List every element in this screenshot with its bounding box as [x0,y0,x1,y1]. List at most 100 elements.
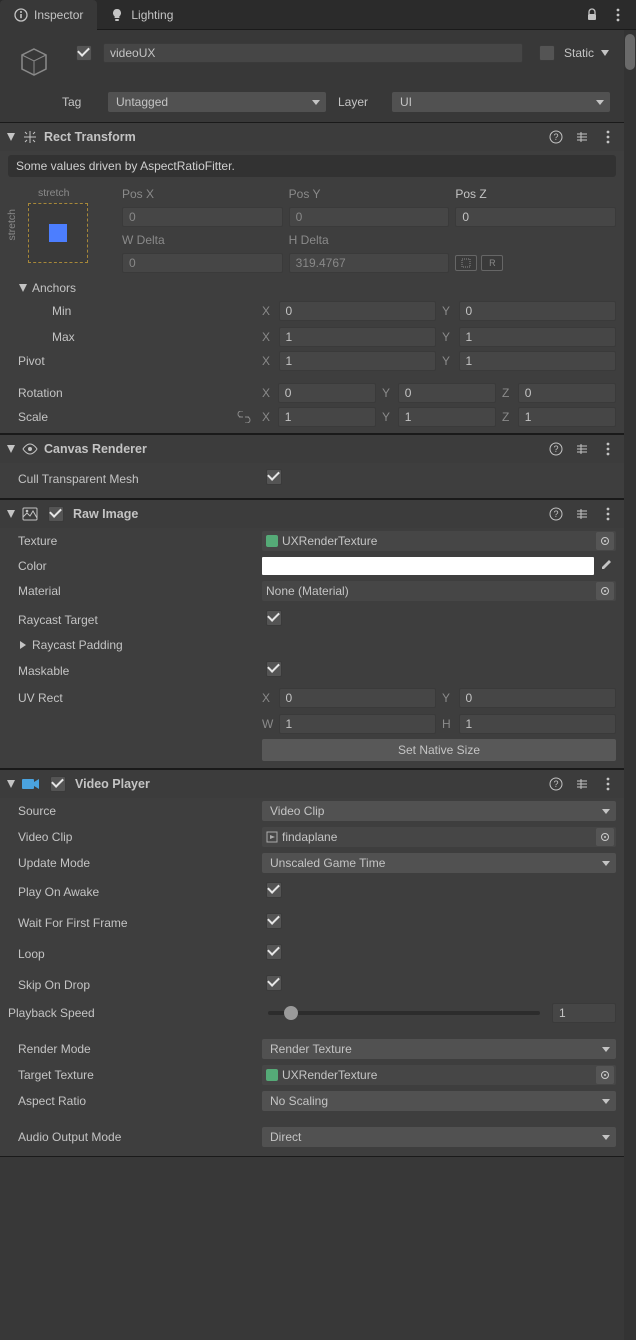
posz-label: Pos Z [455,187,616,201]
aspect-ratio-dropdown[interactable]: No Scaling [262,1091,616,1111]
scale-z-input[interactable] [518,407,616,427]
color-label: Color [8,559,256,573]
gameobject-name-input[interactable] [103,43,523,63]
posz-input[interactable] [455,207,616,227]
tab-lighting[interactable]: Lighting [97,0,187,30]
source-label: Source [8,804,256,818]
rect-transform-section: Rect Transform ? Some values driven by A… [0,122,624,434]
hdelta-input[interactable] [289,253,450,273]
rotation-x-input[interactable] [278,383,376,403]
preset-icon[interactable] [574,506,590,522]
posy-input[interactable] [289,207,450,227]
wdelta-label: W Delta [122,233,283,247]
static-dropdown-icon[interactable] [600,47,610,59]
scale-y-input[interactable] [398,407,496,427]
object-picker-icon[interactable] [596,828,614,846]
driven-note: Some values driven by AspectRatioFitter. [8,155,616,177]
uvrect-h-input[interactable] [459,714,616,734]
raw-edit-button[interactable]: R [481,255,503,271]
material-field[interactable]: None (Material) [262,581,616,601]
set-native-size-button[interactable]: Set Native Size [262,739,616,761]
anchors-min-y-input[interactable] [459,301,616,321]
vertical-scrollbar[interactable] [624,30,636,1340]
preset-icon[interactable] [574,441,590,457]
static-checkbox[interactable] [539,45,555,61]
rect-transform-title: Rect Transform [44,130,136,144]
foldout-icon[interactable] [6,131,16,143]
tab-lighting-label: Lighting [131,8,173,22]
foldout-icon[interactable] [6,443,16,455]
tag-dropdown[interactable]: Untagged [108,92,326,112]
skip-on-drop-checkbox[interactable] [266,975,282,991]
playback-speed-input[interactable] [552,1003,616,1023]
video-player-section: Video Player ? Source Video Clip Video C… [0,769,624,1157]
render-mode-dropdown[interactable]: Render Texture [262,1039,616,1059]
help-icon[interactable]: ? [548,506,564,522]
rotation-y-input[interactable] [398,383,496,403]
play-on-awake-checkbox[interactable] [266,882,282,898]
tab-inspector[interactable]: Inspector [0,0,97,30]
foldout-icon[interactable] [6,778,16,790]
eyedropper-icon[interactable] [598,559,616,573]
raw-image-enabled-checkbox[interactable] [48,506,64,522]
scale-x-input[interactable] [278,407,376,427]
rect-transform-icon [22,129,38,145]
video-clip-field[interactable]: findaplane [262,827,616,847]
color-field[interactable] [262,557,594,575]
anchors-min-x-input[interactable] [279,301,436,321]
help-icon[interactable]: ? [548,776,564,792]
raycast-target-checkbox[interactable] [266,610,282,626]
anchors-label[interactable]: Anchors [8,281,256,295]
texture-field[interactable]: UXRenderTexture [262,531,616,551]
kebab-icon[interactable] [610,7,626,23]
help-icon[interactable]: ? [548,441,564,457]
blueprint-mode-button[interactable] [455,255,477,271]
maskable-label: Maskable [8,664,256,678]
link-icon[interactable] [236,411,252,423]
uvrect-w-input[interactable] [279,714,436,734]
raycast-padding-label[interactable]: Raycast Padding [8,638,256,652]
object-picker-icon[interactable] [596,582,614,600]
playback-speed-slider[interactable] [268,1011,540,1015]
video-clip-value: findaplane [282,830,337,844]
video-player-enabled-checkbox[interactable] [50,776,66,792]
foldout-icon[interactable] [6,508,16,520]
gameobject-enabled-checkbox[interactable] [76,45,92,61]
scrollbar-thumb[interactable] [625,34,635,70]
layer-dropdown[interactable]: UI [392,92,610,112]
rotation-z-input[interactable] [518,383,616,403]
kebab-icon[interactable] [600,506,616,522]
source-dropdown[interactable]: Video Clip [262,801,616,821]
posx-input[interactable] [122,207,283,227]
kebab-icon[interactable] [600,441,616,457]
loop-checkbox[interactable] [266,944,282,960]
svg-text:?: ? [553,779,558,789]
preset-icon[interactable] [574,129,590,145]
anchors-max-y-input[interactable] [459,327,616,347]
update-mode-dropdown[interactable]: Unscaled Game Time [262,853,616,873]
kebab-icon[interactable] [600,129,616,145]
anchor-preset-button[interactable] [28,203,88,263]
preset-icon[interactable] [574,776,590,792]
cull-checkbox[interactable] [266,469,282,485]
wait-first-frame-checkbox[interactable] [266,913,282,929]
gameobject-header: Static [0,30,624,90]
target-texture-field[interactable]: UXRenderTexture [262,1065,616,1085]
lock-icon[interactable] [584,7,600,23]
anchors-min-label: Min [8,304,256,318]
pivot-x-input[interactable] [279,351,436,371]
svg-text:?: ? [553,132,558,142]
uvrect-x-input[interactable] [279,688,436,708]
object-picker-icon[interactable] [596,532,614,550]
wdelta-input[interactable] [122,253,283,273]
maskable-checkbox[interactable] [266,661,282,677]
audio-output-dropdown[interactable]: Direct [262,1127,616,1147]
pivot-y-input[interactable] [459,351,616,371]
object-picker-icon[interactable] [596,1066,614,1084]
uvrect-y-input[interactable] [459,688,616,708]
kebab-icon[interactable] [600,776,616,792]
help-icon[interactable]: ? [548,129,564,145]
play-on-awake-label: Play On Awake [8,885,256,899]
anchors-max-x-input[interactable] [279,327,436,347]
layer-value: UI [400,95,412,109]
